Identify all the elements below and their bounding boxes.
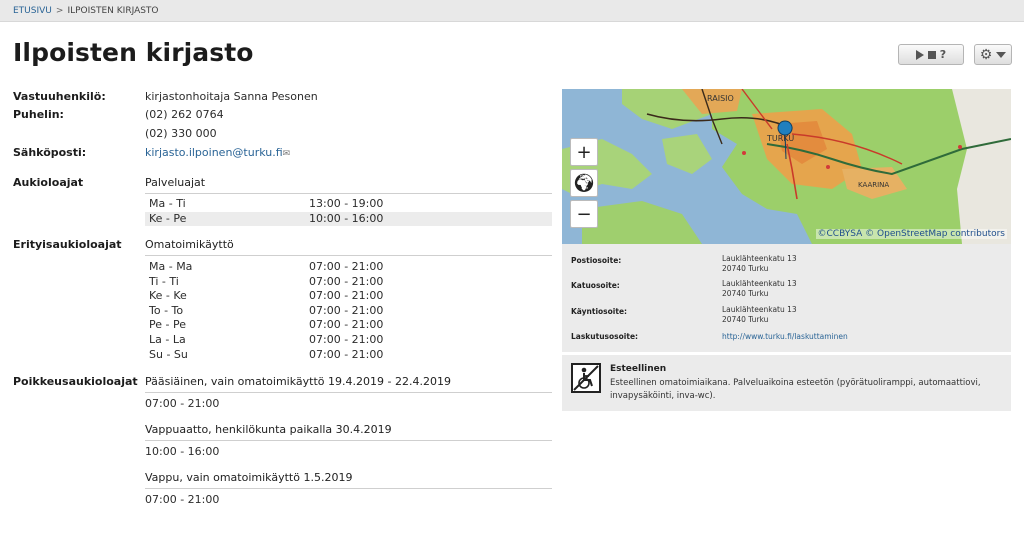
time-range: 07:00 - 21:00 <box>309 260 384 273</box>
day-range: Ma - Ti <box>149 197 186 210</box>
visit-city: 20740 Turku <box>722 315 769 324</box>
street-street: Lauklähteenkatu 13 <box>722 279 797 288</box>
visit-address-label: Käyntiosoite: <box>571 307 628 316</box>
time-range: 13:00 - 19:00 <box>309 197 384 210</box>
location-map[interactable]: RAISIO TURKU KAARINA + 🌍︎ − ©CCBYSA © Op… <box>562 89 1011 244</box>
contact-person-value: kirjastonhoitaja Sanna Pesonen <box>145 90 318 103</box>
phone-number-2: (02) 330 000 <box>145 127 217 140</box>
time-range: 10:00 - 16:00 <box>309 211 384 225</box>
phone-label: Puhelin: <box>13 108 64 121</box>
time-range: 07:00 - 21:00 <box>309 303 384 317</box>
map-label-kaarina: KAARINA <box>858 181 889 189</box>
wheelchair-icon <box>571 363 601 393</box>
map-attribution[interactable]: ©CCBYSA © OpenStreetMap contributors <box>815 229 1007 239</box>
street-city: 20740 Turku <box>722 289 769 298</box>
chevron-down-icon <box>996 51 1007 58</box>
time-range: 07:00 - 21:00 <box>309 333 384 346</box>
table-row: Pe - Pe 07:00 - 21:00 <box>145 318 552 333</box>
time-range: 07:00 - 21:00 <box>309 347 384 361</box>
table-row: To - To 07:00 - 21:00 <box>145 304 552 319</box>
page-title: Ilpoisten kirjasto <box>13 38 254 67</box>
exception-title: Pääsiäinen, vain omatoimikäyttö 19.4.201… <box>145 375 552 393</box>
table-row: Ke - Ke 07:00 - 21:00 <box>145 289 552 304</box>
speech-controls-button[interactable]: ? <box>898 44 964 65</box>
special-hours-heading: Omatoimikäyttö <box>145 238 552 256</box>
special-hours-label: Erityisaukioloajat <box>13 238 122 251</box>
street-address-value: Lauklähteenkatu 13 20740 Turku <box>722 279 797 299</box>
email-label: Sähköposti: <box>13 146 87 159</box>
email-link[interactable]: kirjasto.ilpoinen@turku.fi <box>145 146 283 159</box>
time-range: 07:00 - 21:00 <box>309 289 384 303</box>
exception-time: 07:00 - 21:00 <box>145 397 220 410</box>
globe-icon: 🌍︎ <box>572 172 596 194</box>
toolbar: ? ⚙ <box>898 44 1012 65</box>
exception-time: 07:00 - 21:00 <box>145 493 220 506</box>
time-range: 07:00 - 21:00 <box>309 318 384 332</box>
visit-address-value: Lauklähteenkatu 13 20740 Turku <box>722 305 797 325</box>
zoom-out-button[interactable]: − <box>570 200 598 228</box>
day-range: La - La <box>149 333 186 346</box>
billing-address-link[interactable]: http://www.turku.fi/laskuttaminen <box>722 332 848 341</box>
address-panel: Postiosoite: Lauklähteenkatu 13 20740 Tu… <box>562 244 1011 352</box>
exception-hours-label: Poikkeusaukioloajat <box>13 375 138 388</box>
day-range: Ma - Ma <box>149 260 193 273</box>
table-row: Ke - Pe 10:00 - 16:00 <box>145 211 552 226</box>
day-range: Ke - Ke <box>149 289 187 303</box>
visit-street: Lauklähteenkatu 13 <box>722 305 797 314</box>
email-field: kirjasto.ilpoinen@turku.fi✉ <box>145 146 290 159</box>
opening-hours-heading: Palveluajat <box>145 176 552 194</box>
map-label-turku: TURKU <box>766 134 794 143</box>
day-range: Ti - Ti <box>149 274 179 288</box>
table-row: Ti - Ti 07:00 - 21:00 <box>145 275 552 290</box>
accessibility-text: Esteellinen omatoimiaikana. Palveluaikoi… <box>610 378 981 401</box>
day-range: Su - Su <box>149 347 188 361</box>
table-row: Su - Su 07:00 - 21:00 <box>145 348 552 363</box>
accessibility-title: Esteellinen <box>610 364 667 374</box>
breadcrumb-separator: > <box>55 6 64 16</box>
day-range: Ke - Pe <box>149 211 187 225</box>
table-row: Ma - Ma 07:00 - 21:00 <box>145 260 552 275</box>
accessibility-panel: Esteellinen Esteellinen omatoimiaikana. … <box>562 355 1011 411</box>
table-row: La - La 07:00 - 21:00 <box>145 333 552 348</box>
street-address-label: Katuosoite: <box>571 281 620 290</box>
postal-address-label: Postiosoite: <box>571 256 622 265</box>
phone-number-1: (02) 262 0764 <box>145 108 224 121</box>
breadcrumb-home-link[interactable]: ETUSIVU <box>13 6 52 16</box>
table-row: Ma - Ti 13:00 - 19:00 <box>145 197 552 212</box>
wheelchair-icon-graphic <box>573 365 599 391</box>
postal-city: 20740 Turku <box>722 264 769 273</box>
breadcrumb: ETUSIVU > ILPOISTEN KIRJASTO <box>0 0 1024 22</box>
postal-street: Lauklähteenkatu 13 <box>722 254 797 263</box>
map-label-raisio: RAISIO <box>707 94 734 103</box>
map-tiles: RAISIO TURKU KAARINA <box>562 89 1011 244</box>
time-range: 07:00 - 21:00 <box>309 274 384 288</box>
postal-address-value: Lauklähteenkatu 13 20740 Turku <box>722 254 797 274</box>
day-range: Pe - Pe <box>149 318 186 332</box>
contact-person-label: Vastuuhenkilö: <box>13 90 106 103</box>
mail-icon: ✉ <box>282 149 291 159</box>
play-icon[interactable] <box>915 49 924 60</box>
billing-address-value: http://www.turku.fi/laskuttaminen <box>722 332 848 342</box>
zoom-in-button[interactable]: + <box>570 138 598 166</box>
gear-icon: ⚙ <box>979 46 993 63</box>
exception-title: Vappuaatto, henkilökunta paikalla 30.4.2… <box>145 423 552 441</box>
help-icon[interactable]: ? <box>940 48 946 61</box>
exception-time: 10:00 - 16:00 <box>145 445 220 458</box>
billing-address-label: Laskutusosoite: <box>571 332 639 341</box>
globe-button[interactable]: 🌍︎ <box>570 169 598 197</box>
settings-menu-button[interactable]: ⚙ <box>974 44 1012 65</box>
opening-hours-label: Aukioloajat <box>13 176 84 189</box>
day-range: To - To <box>149 303 184 317</box>
breadcrumb-current: ILPOISTEN KIRJASTO <box>67 6 159 16</box>
exception-title: Vappu, vain omatoimikäyttö 1.5.2019 <box>145 471 552 489</box>
stop-icon[interactable] <box>927 50 936 59</box>
